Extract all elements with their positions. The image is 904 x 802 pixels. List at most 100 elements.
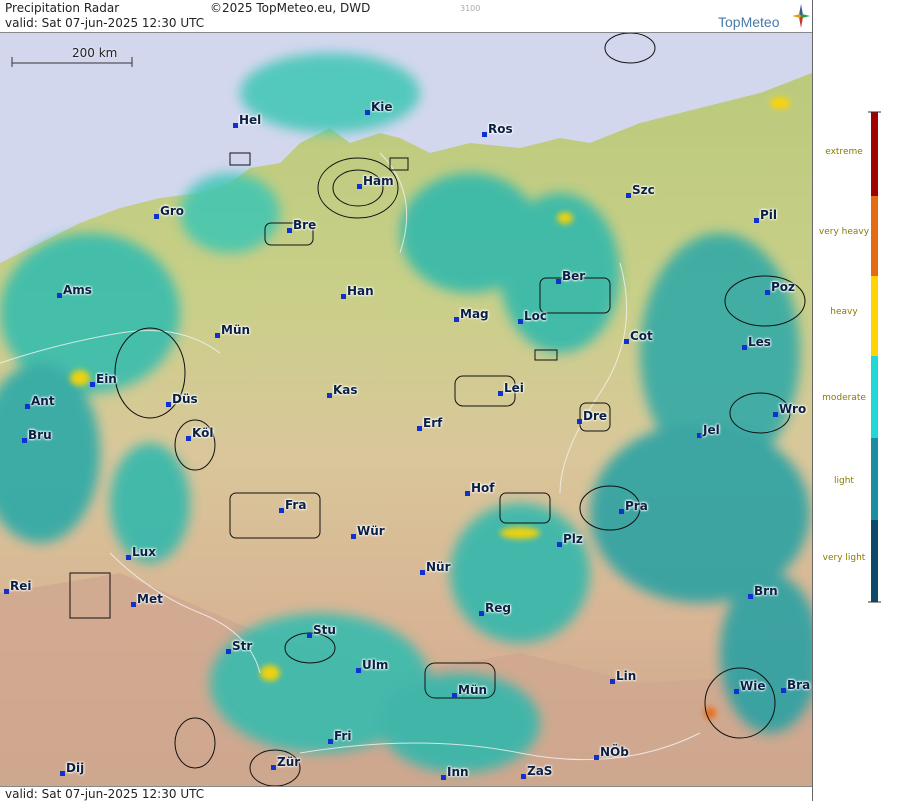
city-label: Poz	[771, 280, 796, 294]
city-marker	[271, 765, 276, 770]
city-marker	[465, 491, 470, 496]
city-marker	[619, 509, 624, 514]
city-marker	[626, 193, 631, 198]
city-label: Bru	[28, 428, 52, 442]
city-label: Dre	[583, 409, 608, 423]
city-label: Cot	[630, 329, 653, 343]
city-label: Ham	[363, 174, 394, 188]
city-label: Stu	[313, 623, 336, 637]
city-marker	[154, 214, 159, 219]
legend-label-extreme: extreme	[825, 147, 863, 157]
city-label: Brn	[754, 584, 778, 598]
city-label: Plz	[563, 532, 583, 546]
city-label: Ams	[63, 283, 92, 297]
city-label: Jel	[703, 423, 720, 437]
city-marker	[328, 739, 333, 744]
city-marker	[307, 633, 312, 638]
city-marker	[754, 218, 759, 223]
city-marker	[279, 508, 284, 513]
city-label: Mag	[460, 307, 489, 321]
compass-star-icon	[792, 4, 810, 28]
city-label: NÖb	[600, 745, 629, 759]
radar-map[interactable]: 200 km	[0, 32, 820, 787]
city-label: Mün	[221, 323, 251, 337]
city-label: Kas	[333, 383, 358, 397]
map-code: 3100	[460, 4, 481, 13]
city-marker	[518, 319, 523, 324]
city-marker	[25, 404, 30, 409]
city-label: Ant	[31, 394, 55, 408]
city-marker	[327, 393, 332, 398]
city-marker	[624, 339, 629, 344]
city-marker	[482, 132, 487, 137]
city-marker	[215, 333, 220, 338]
city-marker	[357, 184, 362, 189]
city-label: Fra	[285, 498, 307, 512]
city-marker	[420, 570, 425, 575]
header-bar: Precipitation Radar ©2025 TopMeteo.eu, D…	[0, 0, 812, 33]
city-marker	[441, 775, 446, 780]
city-label: Hel	[239, 113, 262, 127]
city-marker	[233, 123, 238, 128]
topmeteo-logo: TopMeteo	[718, 14, 780, 30]
city-marker	[351, 534, 356, 539]
city-label: Wür	[357, 524, 385, 538]
city-marker	[365, 110, 370, 115]
city-marker	[697, 433, 702, 438]
city-marker	[356, 668, 361, 673]
city-label: Bre	[293, 218, 317, 232]
city-label: Lux	[132, 545, 156, 559]
city-label: Lin	[616, 669, 637, 683]
city-marker	[594, 755, 599, 760]
city-label: Ulm	[362, 658, 389, 672]
city-marker	[341, 294, 346, 299]
city-marker	[287, 228, 292, 233]
city-marker	[131, 602, 136, 607]
city-marker	[556, 279, 561, 284]
footer-bar: valid: Sat 07-jun-2025 12:30 UTC	[0, 786, 812, 802]
city-label: ZaS	[527, 764, 553, 778]
city-marker	[186, 436, 191, 441]
city-marker	[610, 679, 615, 684]
city-marker	[166, 402, 171, 407]
city-label: Gro	[160, 204, 185, 218]
city-label: Str	[232, 639, 253, 653]
legend-label-heavy: heavy	[830, 307, 858, 317]
city-marker	[742, 345, 747, 350]
city-label: Fri	[334, 729, 352, 743]
city-marker	[748, 594, 753, 599]
city-marker	[773, 412, 778, 417]
city-label: Zür	[277, 755, 301, 769]
city-marker	[57, 293, 62, 298]
city-label: Szc	[632, 183, 655, 197]
city-marker	[22, 438, 27, 443]
city-label: Ros	[488, 122, 513, 136]
scale-bar-label: 200 km	[72, 46, 118, 60]
city-marker	[4, 589, 9, 594]
city-label: Inn	[447, 765, 469, 779]
city-label: Rei	[10, 579, 32, 593]
city-label: Han	[347, 284, 374, 298]
city-label: Reg	[485, 601, 511, 615]
city-marker	[452, 693, 457, 698]
city-marker	[126, 555, 131, 560]
city-marker	[60, 771, 65, 776]
city-label: Pra	[625, 499, 648, 513]
legend-label-very-light: very light	[822, 553, 866, 563]
city-label: Lei	[504, 381, 524, 395]
city-label: Ein	[96, 372, 117, 386]
city-marker	[498, 391, 503, 396]
city-marker	[734, 689, 739, 694]
city-marker	[557, 542, 562, 547]
city-label: Nür	[426, 560, 451, 574]
city-label: Köl	[192, 426, 214, 440]
city-label: Pil	[760, 208, 778, 222]
city-label: Loc	[524, 309, 548, 323]
city-label: Wro	[779, 402, 807, 416]
city-label: Met	[137, 592, 163, 606]
map-canvas	[0, 32, 820, 787]
city-marker	[577, 419, 582, 424]
city-marker	[226, 649, 231, 654]
city-marker	[765, 290, 770, 295]
city-label: Düs	[172, 392, 198, 406]
